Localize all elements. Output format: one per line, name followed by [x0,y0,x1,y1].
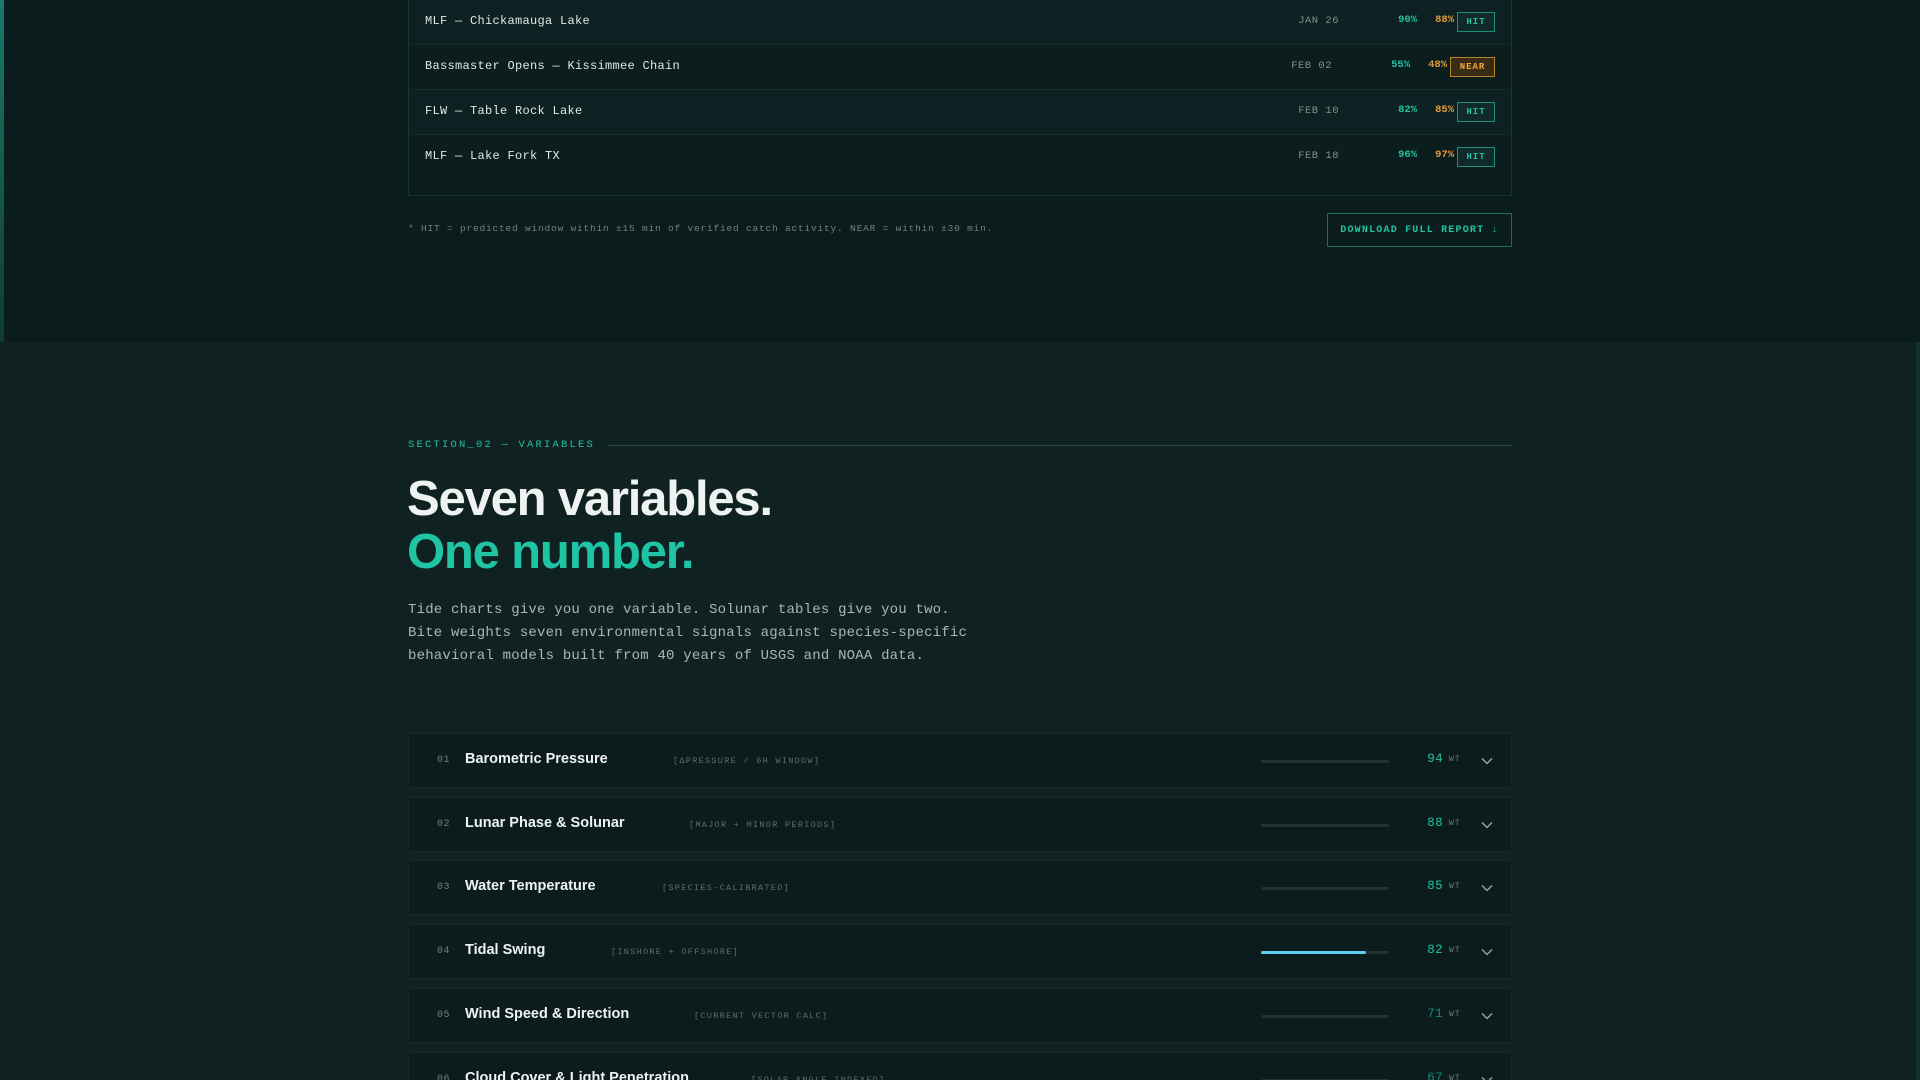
headline-line-2: One number. [407,525,695,579]
left-accent-bar [0,0,4,342]
weight-unit: WT [1449,755,1461,764]
intro-line: behavioral models built from 40 years of… [408,648,925,664]
weight-score: 94 [1427,752,1443,766]
table-row[interactable]: MLF — Lake Fork TX FEB 18 96% 97% HIT [409,135,1511,180]
results-footnote: * HIT = predicted window within ±15 min … [408,223,994,234]
weight-score: 82 [1427,943,1443,957]
variable-tag: [MAJOR + MINOR PERIODS] [689,820,837,830]
section-label: SECTION_02 — VARIABLES [408,439,596,451]
variable-row[interactable]: 05 Wind Speed & Direction [CURRENT VECTOR … [408,988,1512,1043]
weight-track [1261,887,1389,890]
chevron-down-icon[interactable] [1479,1072,1495,1080]
event-date: JAN 26 [1298,15,1339,27]
weight-track [1261,951,1389,954]
event-name: MLF — Lake Fork TX [425,149,561,163]
variable-row[interactable]: 02 Lunar Phase & Solunar [MAJOR + MINOR PE… [408,797,1512,852]
status-badge: HIT [1457,12,1495,32]
variable-row[interactable]: 06 Cloud Cover & Light Penetration [SOLAR … [408,1052,1512,1080]
event-date: FEB 18 [1298,150,1339,162]
variable-tag: [SOLAR ANGLE INDEXED] [751,1075,886,1080]
status-badge: HIT [1457,102,1495,122]
weight-score: 88 [1427,816,1443,830]
table-row[interactable]: MLF — Chickamauga Lake JAN 26 90% 88% HI… [409,0,1511,45]
weight-track [1261,824,1389,827]
intro-line: Tide charts give you one variable. Solun… [408,602,950,618]
predicted-percent: 82% [1398,104,1417,116]
weight-unit: WT [1449,946,1461,955]
variable-name: Barometric Pressure [465,751,608,767]
variable-name: Tidal Swing [465,942,546,958]
table-row[interactable]: FLW — Table Rock Lake FEB 10 82% 85% HIT [409,90,1511,135]
variable-tag: [SPECIES-CALIBRATED] [662,883,791,893]
results-table: MLF — Chickamauga Lake JAN 26 90% 88% HI… [408,0,1512,196]
variable-row[interactable]: 01 Barometric Pressure [ΔPRESSURE / 6H WIN… [408,733,1512,788]
predicted-percent: 96% [1398,149,1417,161]
intro-line: Bite weights seven environmental signals… [408,625,968,641]
variable-number: 04 [437,946,451,957]
weight-unit: WT [1449,1074,1461,1080]
weight-unit: WT [1449,819,1461,828]
section-intro: Tide charts give you one variable. Solun… [408,599,1028,668]
actual-percent: 85% [1435,104,1454,116]
event-name: FLW — Table Rock Lake [425,104,583,118]
variable-number: 01 [437,755,451,766]
variable-tag: [INSHORE + OFFSHORE] [611,947,740,957]
weight-track [1261,1015,1389,1018]
variable-row[interactable]: 03 Water Temperature [SPECIES-CALIBRATED] 8… [408,860,1512,915]
actual-percent: 48% [1428,59,1447,71]
download-report-button[interactable]: DOWNLOAD FULL REPORT ↓ [1327,213,1512,247]
chevron-down-icon[interactable] [1479,817,1495,833]
variable-number: 05 [437,1010,451,1021]
weight-unit: WT [1449,882,1461,891]
variable-name: Water Temperature [465,878,596,894]
actual-percent: 88% [1435,14,1454,26]
event-name: Bassmaster Opens — Kissimmee Chain [425,59,681,73]
variable-row[interactable]: 04 Tidal Swing [INSHORE + OFFSHORE] 82 WT [408,924,1512,979]
weight-score: 71 [1427,1007,1443,1021]
right-edge-strip [1916,342,1920,1080]
weight-score: 85 [1427,879,1443,893]
table-row[interactable]: Bassmaster Opens — Kissimmee Chain FEB 0… [409,45,1511,90]
event-name: MLF — Chickamauga Lake [425,14,591,28]
variable-name: Lunar Phase & Solunar [465,815,625,831]
variable-number: 06 [437,1074,451,1080]
headline-line-1: Seven variables. [407,472,773,526]
predicted-percent: 90% [1398,14,1417,26]
weight-track [1261,760,1389,763]
section-divider [608,445,1512,446]
variable-number: 02 [437,819,451,830]
event-date: FEB 02 [1291,60,1332,72]
chevron-down-icon[interactable] [1479,944,1495,960]
predicted-percent: 55% [1391,59,1410,71]
event-date: FEB 10 [1298,105,1339,117]
status-badge: HIT [1457,147,1495,167]
results-section: MLF — Chickamauga Lake JAN 26 90% 88% HI… [0,0,1920,342]
weight-unit: WT [1449,1010,1461,1019]
chevron-down-icon[interactable] [1479,753,1495,769]
variable-number: 03 [437,882,451,893]
status-badge: NEAR [1450,57,1495,77]
weight-score: 67 [1427,1071,1443,1080]
variable-name: Wind Speed & Direction [465,1006,630,1022]
chevron-down-icon[interactable] [1479,1008,1495,1024]
variable-tag: [CURRENT VECTOR CALC] [694,1011,829,1021]
variable-name: Cloud Cover & Light Penetration [465,1070,689,1080]
weight-fill [1261,951,1366,954]
actual-percent: 97% [1435,149,1454,161]
chevron-down-icon[interactable] [1479,880,1495,896]
variable-tag: [ΔPRESSURE / 6H WINDOW] [673,756,821,766]
section-headline: Seven variables. One number. [407,472,773,579]
